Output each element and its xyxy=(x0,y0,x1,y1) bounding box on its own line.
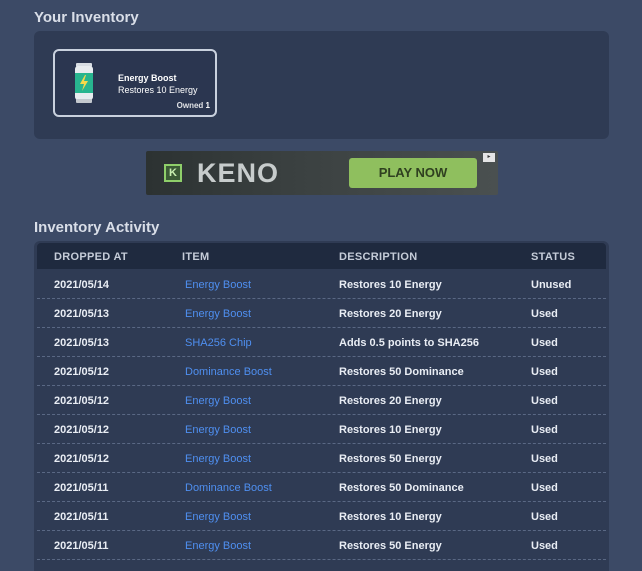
row-item-link[interactable]: Dominance Boost xyxy=(185,482,272,494)
row-status: Unused xyxy=(531,279,572,291)
column-header-description: DESCRIPTION xyxy=(339,251,418,263)
row-status: Used xyxy=(531,395,558,407)
owned-label: Owned xyxy=(176,101,204,110)
row-description: Restores 20 Energy xyxy=(339,308,442,320)
row-description: Restores 50 Energy xyxy=(339,453,442,465)
table-row: 2021/05/12 Energy Boost Restores 20 Energy… xyxy=(37,386,606,415)
row-item-link[interactable]: SHA256 Chip xyxy=(185,337,252,349)
keno-logo-icon: K xyxy=(164,164,182,182)
row-description: Restores 50 Energy xyxy=(339,540,442,552)
table-row: 2021/05/11 Dominance Boost Restores 50 Dom… xyxy=(37,473,606,502)
item-card-name: Energy Boost xyxy=(118,73,177,83)
row-status: Used xyxy=(531,511,558,523)
row-description: Restores 50 Dominance xyxy=(339,482,464,494)
row-date: 2021/05/12 xyxy=(54,453,110,465)
row-item-link[interactable]: Energy Boost xyxy=(185,395,251,407)
table-row: 2021/05/11 Energy Boost Restores 10 Energy… xyxy=(37,502,606,531)
row-description: Restores 50 Dominance xyxy=(339,366,464,378)
row-item-link[interactable]: Energy Boost xyxy=(185,540,251,552)
row-date: 2021/05/13 xyxy=(54,337,110,349)
row-item-link[interactable]: Energy Boost xyxy=(185,279,251,291)
table-header: DROPPED AT ITEM DESCRIPTION STATUS xyxy=(37,243,606,269)
row-date: 2021/05/14 xyxy=(54,279,110,291)
activity-title: Inventory Activity xyxy=(34,219,160,236)
row-description: Restores 20 Energy xyxy=(339,395,442,407)
row-status: Used xyxy=(531,453,558,465)
row-date: 2021/05/13 xyxy=(54,308,110,320)
row-description: Adds 0.5 points to SHA256 xyxy=(339,337,479,349)
row-date: 2021/05/12 xyxy=(54,366,110,378)
item-card-description: Restores 10 Energy xyxy=(118,85,198,95)
row-date: 2021/05/12 xyxy=(54,424,110,436)
row-date: 2021/05/12 xyxy=(54,395,110,407)
inventory-item-card[interactable]: Energy Boost Restores 10 Energy Owned 1 xyxy=(53,49,217,117)
column-header-item: ITEM xyxy=(182,251,210,263)
row-status: Used xyxy=(531,337,558,349)
row-status: Used xyxy=(531,366,558,378)
table-row: 2021/05/11 Energy Boost Restores 50 Energy… xyxy=(37,531,606,560)
column-header-status: STATUS xyxy=(531,251,576,263)
row-description: Restores 10 Energy xyxy=(339,279,442,291)
table-row: 2021/05/13 Energy Boost Restores 20 Energy… xyxy=(37,299,606,328)
column-header-dropped-at: DROPPED AT xyxy=(54,251,128,263)
row-item-link[interactable]: Energy Boost xyxy=(185,453,251,465)
row-item-link[interactable]: Dominance Boost xyxy=(185,366,272,378)
row-status: Used xyxy=(531,540,558,552)
ad-choices-icon[interactable]: ▸ xyxy=(483,153,495,162)
row-item-link[interactable]: Energy Boost xyxy=(185,511,251,523)
table-row: 2021/05/14 Energy Boost Restores 10 Energy… xyxy=(37,270,606,299)
row-status: Used xyxy=(531,308,558,320)
table-row: 2021/05/12 Energy Boost Restores 10 Energy… xyxy=(37,415,606,444)
item-card-owned: Owned 1 xyxy=(177,101,210,110)
banner-logo-text: KENO xyxy=(197,158,280,188)
energy-can-icon xyxy=(73,63,95,103)
row-item-link[interactable]: Energy Boost xyxy=(185,424,251,436)
keno-ad-banner[interactable]: K KENO PLAY NOW ▸ xyxy=(146,151,498,195)
row-date: 2021/05/11 xyxy=(54,540,109,552)
table-row: 2021/05/12 Dominance Boost Restores 50 Dom… xyxy=(37,357,606,386)
inventory-title: Your Inventory xyxy=(34,9,139,26)
table-row: 2021/05/13 SHA256 Chip Adds 0.5 points to … xyxy=(37,328,606,357)
row-status: Used xyxy=(531,482,558,494)
row-date: 2021/05/11 xyxy=(54,511,109,523)
row-description: Restores 10 Energy xyxy=(339,511,442,523)
owned-count: 1 xyxy=(205,101,210,110)
row-item-link[interactable]: Energy Boost xyxy=(185,308,251,320)
activity-table: DROPPED AT ITEM DESCRIPTION STATUS 2021/… xyxy=(34,241,609,571)
row-status: Used xyxy=(531,424,558,436)
table-row: 2021/05/12 Energy Boost Restores 50 Energy… xyxy=(37,444,606,473)
play-now-button[interactable]: PLAY NOW xyxy=(349,158,477,188)
inventory-panel: Energy Boost Restores 10 Energy Owned 1 xyxy=(34,31,609,139)
row-date: 2021/05/11 xyxy=(54,482,109,494)
row-description: Restores 10 Energy xyxy=(339,424,442,436)
